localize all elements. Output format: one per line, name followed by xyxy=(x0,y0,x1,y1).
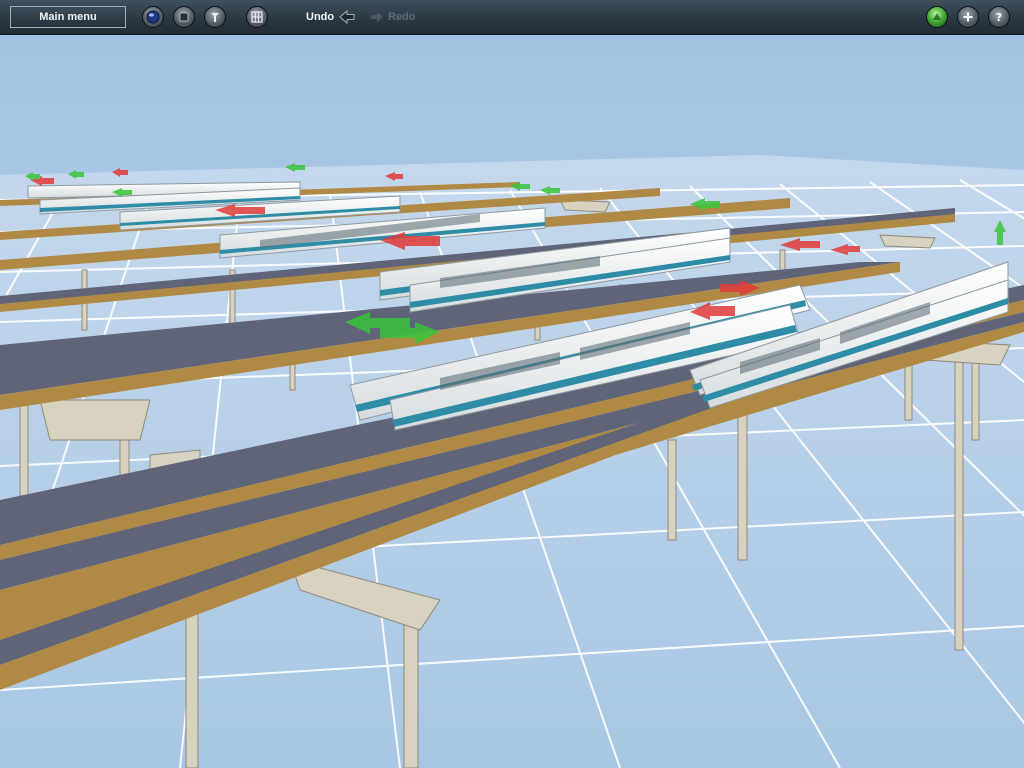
question-icon: ? xyxy=(996,11,1002,23)
plus-icon xyxy=(963,12,973,22)
add-button[interactable] xyxy=(957,6,979,28)
status-button[interactable] xyxy=(926,6,948,28)
grid-icon xyxy=(251,11,263,23)
stop-icon xyxy=(179,12,189,22)
redo-label: Redo xyxy=(388,11,416,23)
tools-button[interactable] xyxy=(204,6,226,28)
scene-canvas xyxy=(0,35,1024,768)
main-menu-button[interactable]: Main menu xyxy=(10,6,126,28)
viewport-3d[interactable] xyxy=(0,35,1024,768)
redo-arrow-icon xyxy=(371,12,383,22)
top-toolbar: Main menu Undo Redo ? xyxy=(0,0,1024,35)
wrench-icon xyxy=(211,13,219,22)
undo-label[interactable]: Undo xyxy=(306,11,334,23)
svg-text:?: ? xyxy=(996,11,1002,23)
camera-mode-button[interactable] xyxy=(142,6,164,28)
green-light-icon xyxy=(933,13,941,20)
stop-button[interactable] xyxy=(173,6,195,28)
layout-button[interactable] xyxy=(246,6,268,28)
undo-arrow-icon[interactable] xyxy=(339,10,355,24)
help-button[interactable]: ? xyxy=(988,6,1010,28)
globe-icon xyxy=(146,10,160,24)
